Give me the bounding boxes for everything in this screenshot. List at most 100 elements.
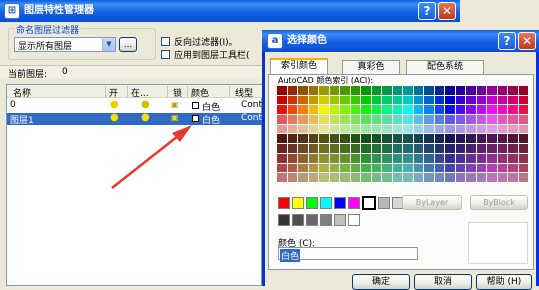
- aci-swatch[interactable]: [434, 115, 444, 124]
- aci-swatch[interactable]: [298, 134, 308, 144]
- aci-swatch[interactable]: [382, 95, 392, 105]
- aci-swatch[interactable]: [329, 124, 339, 134]
- aci-swatch[interactable]: [287, 144, 297, 153]
- aci-swatch[interactable]: [340, 105, 350, 115]
- aci-swatch[interactable]: [403, 163, 413, 173]
- aci-swatch[interactable]: [518, 163, 528, 173]
- aci-swatch[interactable]: [308, 173, 318, 182]
- aci-swatch[interactable]: [308, 134, 318, 144]
- aci-swatch[interactable]: [371, 95, 381, 105]
- aci-swatch[interactable]: [350, 124, 360, 134]
- aci-swatch[interactable]: [497, 105, 507, 115]
- aci-swatch[interactable]: [392, 153, 402, 163]
- aci-swatch[interactable]: [382, 163, 392, 173]
- aci-swatch[interactable]: [497, 153, 507, 163]
- standard-color-swatch[interactable]: [320, 197, 332, 209]
- aci-swatch[interactable]: [361, 173, 371, 182]
- gray-color-swatch[interactable]: [306, 214, 318, 226]
- aci-swatch[interactable]: [308, 153, 318, 163]
- aci-swatch[interactable]: [329, 153, 339, 163]
- layer-manager-titlebar[interactable]: ⊞ 图层特性管理器 ? ✕: [0, 0, 460, 22]
- aci-swatch[interactable]: [487, 144, 497, 153]
- aci-swatch[interactable]: [403, 95, 413, 105]
- tab-color-books[interactable]: 配色系统: [406, 60, 484, 74]
- aci-swatch[interactable]: [298, 124, 308, 134]
- aci-swatch[interactable]: [455, 86, 465, 95]
- aci-swatch[interactable]: [445, 153, 455, 163]
- aci-swatch[interactable]: [361, 124, 371, 134]
- aci-swatch[interactable]: [298, 144, 308, 153]
- aci-swatch[interactable]: [466, 163, 476, 173]
- aci-swatch[interactable]: [476, 86, 486, 95]
- layer-row[interactable]: 图层1 ● ● ▣ 白色 Cont: [7, 112, 263, 126]
- aci-swatch[interactable]: [371, 144, 381, 153]
- sun-icon[interactable]: ●: [141, 99, 150, 110]
- aci-swatch[interactable]: [508, 134, 518, 144]
- aci-swatch[interactable]: [392, 115, 402, 124]
- sun-icon[interactable]: ●: [141, 112, 150, 123]
- aci-swatch[interactable]: [466, 115, 476, 124]
- aci-swatch[interactable]: [287, 105, 297, 115]
- aci-swatch[interactable]: [508, 105, 518, 115]
- aci-swatch[interactable]: [445, 134, 455, 144]
- aci-swatch[interactable]: [497, 115, 507, 124]
- aci-swatch[interactable]: [329, 86, 339, 95]
- column-header-linetype[interactable]: 线型: [235, 86, 253, 99]
- aci-swatch[interactable]: [298, 115, 308, 124]
- aci-swatch[interactable]: [371, 163, 381, 173]
- aci-swatch[interactable]: [434, 124, 444, 134]
- aci-swatch[interactable]: [329, 173, 339, 182]
- aci-swatch[interactable]: [392, 124, 402, 134]
- aci-swatch[interactable]: [413, 124, 423, 134]
- aci-swatch[interactable]: [340, 173, 350, 182]
- color-swatch-icon[interactable]: [192, 115, 199, 122]
- aci-swatch[interactable]: [298, 105, 308, 115]
- aci-swatch[interactable]: [277, 86, 287, 95]
- aci-swatch[interactable]: [392, 144, 402, 153]
- aci-swatch[interactable]: [466, 105, 476, 115]
- aci-swatch[interactable]: [487, 86, 497, 95]
- aci-swatch[interactable]: [424, 105, 434, 115]
- aci-swatch[interactable]: [350, 95, 360, 105]
- aci-swatch[interactable]: [403, 144, 413, 153]
- aci-swatch[interactable]: [361, 134, 371, 144]
- bylayer-button[interactable]: ByLayer: [402, 195, 462, 210]
- aci-swatch[interactable]: [287, 163, 297, 173]
- aci-swatch[interactable]: [413, 153, 423, 163]
- aci-swatch[interactable]: [403, 86, 413, 95]
- aci-swatch[interactable]: [455, 173, 465, 182]
- aci-swatch[interactable]: [497, 95, 507, 105]
- aci-swatch[interactable]: [508, 115, 518, 124]
- aci-swatch[interactable]: [319, 144, 329, 153]
- aci-swatch[interactable]: [434, 105, 444, 115]
- aci-swatch[interactable]: [487, 163, 497, 173]
- ok-button[interactable]: 确定: [352, 274, 410, 290]
- layer-row[interactable]: 0 ● ● ▣ 白色 Cont: [7, 99, 263, 113]
- aci-swatch[interactable]: [434, 134, 444, 144]
- aci-swatch[interactable]: [497, 86, 507, 95]
- aci-swatch[interactable]: [445, 105, 455, 115]
- aci-swatch[interactable]: [487, 173, 497, 182]
- aci-swatch[interactable]: [308, 115, 318, 124]
- dialog-close-icon[interactable]: ✕: [518, 32, 536, 50]
- aci-swatch[interactable]: [518, 173, 528, 182]
- aci-swatch[interactable]: [445, 173, 455, 182]
- aci-swatch[interactable]: [319, 105, 329, 115]
- aci-swatch[interactable]: [413, 173, 423, 182]
- aci-swatch[interactable]: [466, 144, 476, 153]
- dialog-help-icon[interactable]: ?: [498, 32, 516, 50]
- aci-swatch[interactable]: [329, 95, 339, 105]
- aci-swatch[interactable]: [350, 144, 360, 153]
- aci-swatch[interactable]: [424, 115, 434, 124]
- standard-color-swatch[interactable]: [334, 197, 346, 209]
- cancel-button[interactable]: 取消: [414, 274, 472, 290]
- aci-swatch[interactable]: [371, 134, 381, 144]
- aci-swatch[interactable]: [371, 105, 381, 115]
- aci-swatch[interactable]: [287, 173, 297, 182]
- aci-swatch[interactable]: [319, 173, 329, 182]
- gray-color-swatch[interactable]: [334, 214, 346, 226]
- aci-swatch[interactable]: [508, 153, 518, 163]
- aci-swatch[interactable]: [340, 144, 350, 153]
- aci-swatch[interactable]: [424, 144, 434, 153]
- byblock-button[interactable]: ByBlock: [470, 195, 528, 210]
